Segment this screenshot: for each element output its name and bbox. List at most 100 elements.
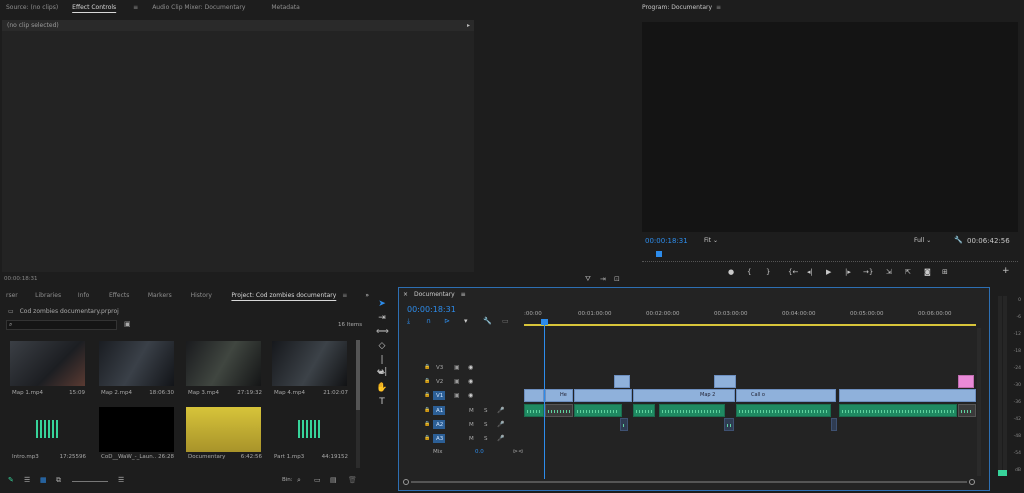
clip-a1[interactable] [524, 404, 544, 417]
playhead-marker[interactable] [656, 251, 662, 257]
captions-icon[interactable]: ▭ [502, 317, 509, 325]
settings-wrench-icon[interactable]: 🔧 [483, 317, 492, 325]
clip-v1[interactable] [839, 389, 976, 402]
sync-icon[interactable]: ▣ [454, 364, 460, 371]
keyframe-icon[interactable]: ⊡ [614, 275, 620, 283]
tab-info[interactable]: Info [78, 292, 109, 299]
clip-v1[interactable] [574, 389, 632, 402]
new-bin-icon[interactable]: ▣ [124, 320, 131, 328]
tab-audio-clip-mixer[interactable]: Audio Clip Mixer: Documentary [152, 4, 245, 11]
clip-a1[interactable] [633, 404, 655, 417]
type-tool-icon[interactable]: T [376, 396, 388, 408]
timeline-vscroll[interactable] [977, 328, 981, 476]
search-field[interactable]: ⌕ [6, 320, 117, 330]
solo-button[interactable]: S [484, 422, 488, 428]
program-scrub-bar[interactable] [642, 251, 1018, 262]
sync-icon[interactable]: ▣ [454, 392, 460, 399]
clip-v2[interactable] [614, 375, 630, 388]
clip-v2-pink[interactable] [958, 375, 974, 388]
zoom-slider[interactable] [72, 481, 108, 482]
thumb-intro-audio[interactable] [10, 407, 85, 452]
mute-button[interactable]: M [469, 436, 474, 442]
clip-a1[interactable] [839, 404, 957, 417]
razor-tool-icon[interactable]: ◇ [376, 340, 388, 352]
lock-icon[interactable]: 🔒 [424, 421, 430, 427]
lock-icon[interactable]: 🔒 [424, 435, 430, 441]
timeline-timecode[interactable]: 00:00:18:31 [407, 305, 456, 314]
thumb-documentary[interactable] [186, 407, 261, 452]
filter-icon[interactable]: ⛛ [585, 275, 591, 284]
wrench-icon[interactable]: 🔧 [954, 236, 963, 244]
mix-value[interactable]: 0.0 [475, 449, 484, 455]
eye-icon[interactable]: ◉ [468, 364, 473, 371]
hand-tool-icon[interactable]: ✋ [376, 382, 388, 394]
thumb-map4[interactable] [272, 341, 347, 386]
mic-icon[interactable]: 🎤 [497, 435, 504, 442]
program-menu-icon[interactable]: ≡ [716, 4, 721, 11]
thumb-map2[interactable] [99, 341, 174, 386]
clip-a2[interactable] [831, 418, 837, 431]
fit-dropdown[interactable]: Fit ⌄ [704, 237, 734, 244]
go-to-out-icon[interactable]: →} [863, 268, 873, 276]
lift-icon[interactable]: ⇲ [886, 268, 892, 276]
sequence-name[interactable]: Documentary [414, 291, 455, 298]
selection-tool-icon[interactable]: ➤ [376, 298, 388, 310]
tab-history[interactable]: History [191, 292, 232, 299]
playhead-handle[interactable] [541, 319, 548, 325]
tab-effects[interactable]: Effects [109, 292, 148, 299]
new-item-icon[interactable]: ▤ [330, 476, 337, 484]
scrollbar-right-handle[interactable] [969, 479, 975, 485]
expand-arrow-icon[interactable]: ▸ [467, 20, 470, 31]
time-ruler[interactable]: :00:00 00:01:00:00 00:02:00:00 00:03:00:… [524, 308, 976, 326]
clip-v1[interactable]: Call o [736, 389, 836, 402]
clip-v2[interactable] [714, 375, 736, 388]
clip-a1[interactable] [958, 404, 976, 417]
thumb-map1[interactable] [10, 341, 85, 386]
project-scrollbar[interactable] [356, 340, 360, 468]
tab-browser[interactable]: rser [6, 292, 35, 299]
program-title[interactable]: Program: Documentary [642, 4, 712, 11]
quality-dropdown[interactable]: Full ⌄ [914, 237, 944, 244]
timeline-scrollbar[interactable] [403, 479, 977, 485]
pen-tool-icon[interactable]: ✒ [376, 368, 388, 380]
camera-icon[interactable]: ◙ [924, 268, 931, 276]
clip-v1[interactable]: He [545, 389, 573, 402]
play-icon[interactable]: ▶ [826, 268, 831, 276]
solo-button[interactable]: S [484, 436, 488, 442]
more-panels-icon[interactable]: » [365, 292, 369, 299]
compare-icon[interactable]: ⊞ [942, 268, 948, 276]
program-timecode[interactable]: 00:00:18:31 [645, 237, 688, 245]
tab-libraries[interactable]: Libraries [35, 292, 78, 299]
icon-view-icon[interactable]: ▦ [40, 476, 47, 484]
marker-icon[interactable]: ▾ [464, 317, 468, 325]
new-bin-icon[interactable]: ▭ [314, 476, 321, 484]
tab-markers[interactable]: Markers [148, 292, 191, 299]
add-button-icon[interactable]: + [1002, 266, 1010, 276]
clip-a2[interactable] [724, 418, 734, 431]
ripple-edit-tool-icon[interactable]: ⟺ [376, 326, 389, 338]
clip-v1[interactable] [524, 389, 544, 402]
snap-icon[interactable]: ∩ [426, 317, 431, 325]
extract-icon[interactable]: ⇱ [905, 268, 911, 276]
pencil-icon[interactable]: ✎ [8, 476, 14, 484]
clip-a1[interactable] [736, 404, 831, 417]
go-to-in-icon[interactable]: {← [788, 268, 798, 276]
find-icon[interactable]: ⌕ [297, 476, 301, 485]
lock-icon[interactable]: 🔒 [424, 364, 430, 370]
solo-button[interactable]: S [484, 408, 488, 414]
lock-icon[interactable]: 🔒 [424, 407, 430, 413]
work-area-bar[interactable] [524, 324, 976, 326]
mix-end-icon[interactable]: ⊳⊲ [513, 448, 523, 455]
step-back-icon[interactable]: ◂| [807, 268, 813, 276]
tab-metadata[interactable]: Metadata [271, 4, 299, 11]
eye-icon[interactable]: ◉ [468, 378, 473, 385]
step-forward-icon[interactable]: |▸ [845, 268, 851, 276]
scrollbar-track[interactable] [411, 481, 967, 483]
sequence-menu-icon[interactable]: ≡ [461, 291, 466, 298]
thumb-part1-audio[interactable] [272, 407, 347, 452]
clip-a1[interactable] [659, 404, 725, 417]
eye-icon[interactable]: ◉ [468, 392, 473, 399]
mark-in-icon[interactable]: { [747, 268, 751, 276]
close-icon[interactable]: × [403, 291, 408, 298]
tab-effect-controls[interactable]: Effect Controls [72, 4, 116, 11]
